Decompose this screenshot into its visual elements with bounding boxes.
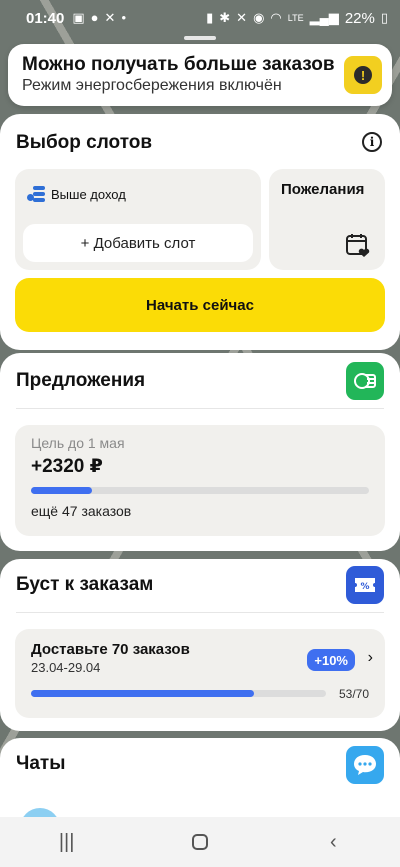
add-slot-button[interactable]: + Добавить слот bbox=[23, 224, 253, 262]
mute-icon: ✕ bbox=[236, 10, 248, 25]
start-now-button[interactable]: Начать сейчас bbox=[15, 278, 385, 332]
boost-title: Буст к заказам bbox=[16, 574, 154, 595]
tools-icon: ✕ bbox=[104, 10, 116, 25]
boost-divider bbox=[16, 612, 384, 613]
location-icon: ◉ bbox=[253, 10, 265, 25]
calendar-heart-icon bbox=[346, 234, 370, 257]
message-icon: ● bbox=[90, 10, 99, 25]
boost-percent-badge: +10% bbox=[307, 649, 355, 671]
wifi-icon: ◠ bbox=[270, 10, 282, 25]
chats-title: Чаты bbox=[16, 753, 66, 774]
home-icon[interactable] bbox=[170, 822, 230, 862]
system-nav-bar: ||| ‹ bbox=[0, 817, 400, 867]
chat-bubble-icon[interactable] bbox=[346, 746, 384, 784]
status-bar: 01:40 ▣ ● ✕ • ▮ ✱ ✕ ◉ ◠ LTE ▂▄▆ 22% ▯ bbox=[0, 0, 400, 36]
offers-divider bbox=[16, 408, 384, 409]
slots-title: Выбор слотов bbox=[16, 132, 153, 153]
battery-icon: ▯ bbox=[380, 10, 388, 25]
boost-ticket-icon[interactable]: % bbox=[346, 566, 384, 604]
back-icon[interactable]: ‹ bbox=[303, 822, 363, 862]
sheet-drag-handle[interactable] bbox=[184, 36, 216, 40]
power-saving-notice[interactable]: Можно получать больше заказов Режим энер… bbox=[8, 44, 392, 106]
goal-card[interactable]: Цель до 1 мая +2320 ₽ ещё 47 заказов bbox=[15, 425, 385, 536]
goal-label: Цель до 1 мая bbox=[31, 435, 125, 451]
signal-icon: ▂▄▆ bbox=[309, 10, 339, 25]
wishes-label: Пожелания bbox=[281, 181, 365, 198]
info-icon[interactable]: i bbox=[362, 132, 382, 152]
gallery-icon: ▣ bbox=[72, 10, 85, 25]
chevron-right-icon: › bbox=[367, 649, 373, 666]
battery-percent: 22% bbox=[344, 9, 375, 27]
slots-card: Выбор слотов i Выше доход + Добавить сло… bbox=[0, 114, 400, 350]
offers-coins-icon[interactable] bbox=[346, 362, 384, 400]
offers-card: Предложения Цель до 1 мая +2320 ₽ ещё 47… bbox=[0, 353, 400, 551]
warning-icon: ! bbox=[344, 56, 382, 94]
boost-progress-fill bbox=[31, 690, 255, 697]
goal-amount: +2320 ₽ bbox=[31, 456, 103, 477]
network-type: LTE bbox=[287, 13, 304, 23]
boost-progress-bar bbox=[31, 690, 326, 697]
recent-apps-icon[interactable]: ||| bbox=[37, 822, 97, 862]
notice-subtitle: Режим энергосбережения включён bbox=[22, 77, 282, 94]
boost-task-card[interactable]: Доставьте 70 заказов 23.04-29.04 +10% › … bbox=[15, 629, 385, 718]
coins-icon bbox=[27, 186, 45, 202]
svg-text:%: % bbox=[360, 582, 369, 592]
goal-remaining: ещё 47 заказов bbox=[31, 503, 132, 519]
bluetooth-icon: ✱ bbox=[219, 10, 231, 25]
slot-box: Выше доход + Добавить слот bbox=[15, 169, 261, 270]
offers-title: Предложения bbox=[16, 370, 146, 391]
wishes-button[interactable]: Пожелания bbox=[269, 169, 385, 270]
goal-progress-bar bbox=[31, 487, 369, 494]
dot-icon: • bbox=[121, 10, 126, 25]
boost-count: 53/70 bbox=[338, 687, 369, 701]
boost-task-title: Доставьте 70 заказов bbox=[31, 641, 190, 658]
higher-income-label: Выше доход bbox=[27, 186, 126, 202]
goal-progress-fill bbox=[31, 487, 92, 494]
battery-saver-icon: ▮ bbox=[206, 10, 214, 25]
boost-task-dates: 23.04-29.04 bbox=[31, 660, 101, 675]
status-time: 01:40 bbox=[26, 9, 65, 27]
boost-card: Буст к заказам % Доставьте 70 заказов 23… bbox=[0, 559, 400, 731]
higher-income-text: Выше доход bbox=[51, 186, 126, 202]
notice-title: Можно получать больше заказов bbox=[22, 54, 335, 75]
